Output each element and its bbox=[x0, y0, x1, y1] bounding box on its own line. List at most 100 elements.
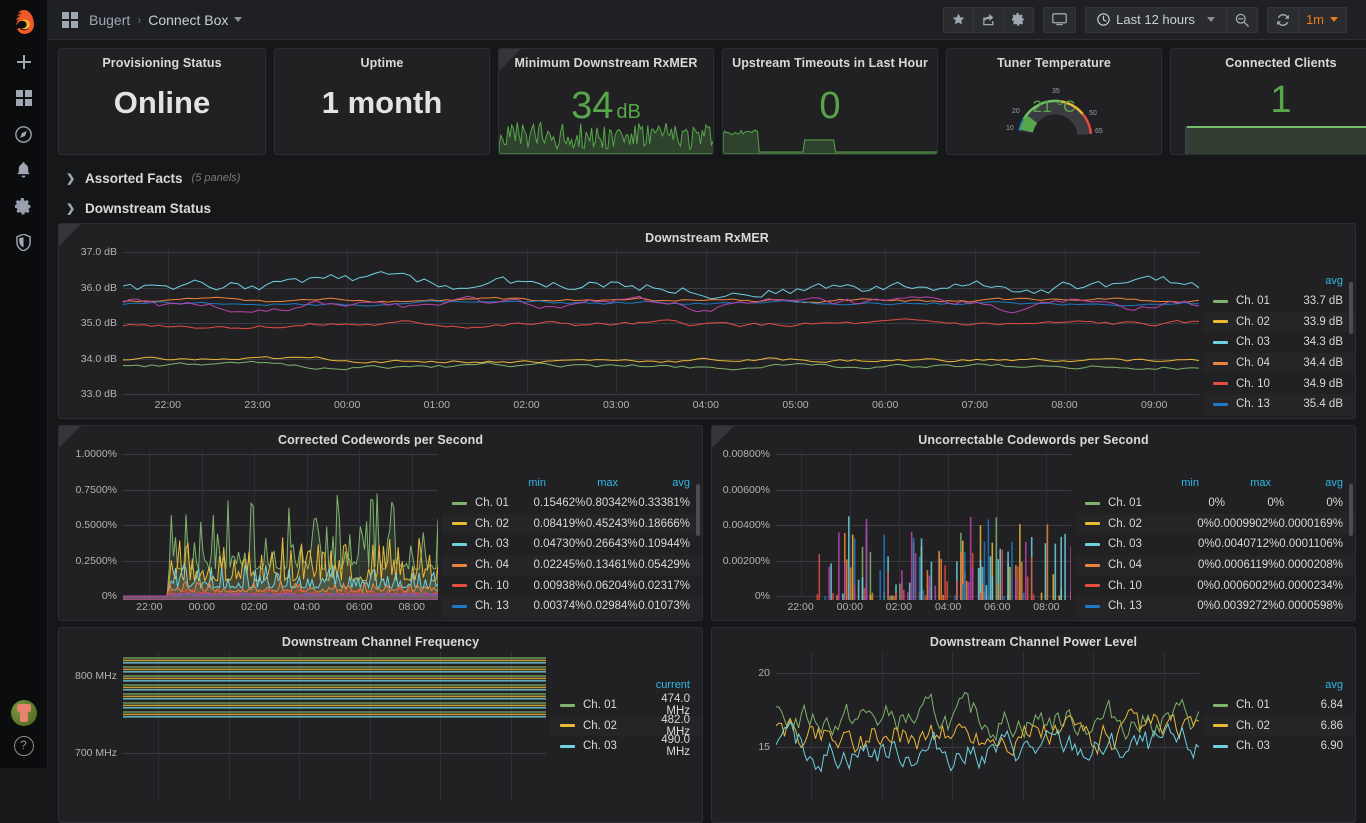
legend-scrollbar[interactable] bbox=[1349, 484, 1353, 536]
legend-row[interactable]: Ch. 02 33.9 dB bbox=[1203, 311, 1355, 333]
legend-color-swatch[interactable] bbox=[1085, 604, 1100, 608]
legend-row[interactable]: Ch. 02 0% 0.0009902% 0.0000169% bbox=[1075, 513, 1355, 535]
legend-row[interactable]: Ch. 03 490.0 MHz bbox=[550, 734, 702, 758]
legend-color-swatch[interactable] bbox=[560, 724, 575, 728]
legend-column-header[interactable]: avg bbox=[618, 477, 690, 489]
legend-row[interactable]: Ch. 10 34.9 dB bbox=[1203, 373, 1355, 394]
graph-panel-downstream-channel-frequency[interactable]: Downstream Channel Frequency 700 MHz 800 M… bbox=[58, 627, 703, 823]
legend-row[interactable]: Ch. 04 0.02245% 0.13461% 0.05429% bbox=[442, 554, 702, 576]
plot-area[interactable] bbox=[776, 450, 1071, 600]
legend-row[interactable]: Ch. 13 0.00374% 0.02984% 0.01073% bbox=[442, 595, 702, 617]
graph-panel-corrected-codewords[interactable]: i Corrected Codewords per Second 0% 0.2500%… bbox=[58, 425, 703, 621]
legend-row[interactable]: Ch. 13 35.4 dB bbox=[1203, 393, 1355, 415]
legend-row[interactable]: Ch. 01 6.84 bbox=[1203, 695, 1355, 716]
legend-column-header[interactable]: avg bbox=[1271, 275, 1343, 287]
legend-color-swatch[interactable] bbox=[1213, 340, 1228, 344]
plot-area[interactable] bbox=[123, 248, 1199, 396]
grafana-logo[interactable] bbox=[0, 0, 48, 44]
legend-row[interactable]: Ch. 140%0.0005626%0.0000166% bbox=[1075, 617, 1355, 618]
panel-info-icon[interactable]: i bbox=[59, 426, 81, 448]
legend-color-swatch[interactable] bbox=[1213, 320, 1228, 324]
stat-panel-connected-clients[interactable]: Connected Clients 1 bbox=[1170, 48, 1366, 155]
legend-column-header[interactable]: avg bbox=[1271, 477, 1343, 489]
chevron-down-icon[interactable] bbox=[234, 17, 243, 22]
refresh-interval-picker[interactable]: 1m bbox=[1298, 6, 1347, 33]
legend-color-swatch[interactable] bbox=[452, 584, 467, 588]
legend-row[interactable]: Ch. 02 482.0 MHz bbox=[550, 714, 702, 738]
stat-panel-uptime[interactable]: Uptime 1 month bbox=[274, 48, 490, 155]
panel-info-icon[interactable]: i bbox=[59, 224, 81, 246]
legend-color-swatch[interactable] bbox=[1085, 584, 1100, 588]
dashboard-settings-button[interactable] bbox=[1004, 6, 1035, 33]
legend-row[interactable]: Ch. 01 474.0 MHz bbox=[550, 693, 702, 717]
stat-panel-provisioning-status[interactable]: Provisioning Status Online bbox=[58, 48, 266, 155]
legend-color-swatch[interactable] bbox=[452, 542, 467, 546]
dashboard-grid-icon[interactable] bbox=[62, 11, 78, 28]
star-dashboard-button[interactable] bbox=[943, 6, 975, 33]
legend-row[interactable]: Ch. 140.00401%0.03157%0.01116% bbox=[442, 617, 702, 618]
legend-row[interactable]: Ch. 03 6.90 bbox=[1203, 736, 1355, 757]
legend-color-swatch[interactable] bbox=[1213, 361, 1228, 365]
sidebar-item-alerting[interactable] bbox=[0, 152, 48, 188]
legend-color-swatch[interactable] bbox=[1213, 382, 1228, 386]
legend-color-swatch[interactable] bbox=[452, 522, 467, 526]
graph-panel-downstream-channel-power-level[interactable]: Downstream Channel Power Level 15 20 avg Ch.… bbox=[711, 627, 1356, 823]
help-icon[interactable]: ? bbox=[13, 736, 34, 756]
legend-color-swatch[interactable] bbox=[560, 703, 575, 707]
legend-row[interactable]: Ch. 03 0% 0.0040712% 0.0001106% bbox=[1075, 534, 1355, 555]
legend-color-swatch[interactable] bbox=[452, 563, 467, 567]
sidebar-item-dashboards[interactable] bbox=[0, 80, 48, 116]
legend-row[interactable]: Ch. 10 0.00938% 0.06204% 0.02317% bbox=[442, 575, 702, 596]
legend-color-swatch[interactable] bbox=[1213, 299, 1228, 303]
legend-color-swatch[interactable] bbox=[452, 604, 467, 608]
sidebar-item-explore[interactable] bbox=[0, 116, 48, 152]
legend-row[interactable]: Ch. 02 6.86 bbox=[1203, 715, 1355, 737]
legend-scrollbar[interactable] bbox=[1349, 282, 1353, 334]
legend-scrollbar[interactable] bbox=[696, 484, 700, 536]
legend-color-swatch[interactable] bbox=[1213, 703, 1228, 707]
legend-color-swatch[interactable] bbox=[1213, 744, 1228, 748]
plot-area[interactable] bbox=[123, 450, 438, 600]
legend-row[interactable]: Ch. 04 34.4 dB bbox=[1203, 352, 1355, 374]
sidebar-item-create[interactable] bbox=[0, 44, 48, 80]
legend-column-header[interactable]: max bbox=[1199, 477, 1271, 489]
legend-row[interactable]: Ch. 10 0% 0.0006002% 0.0000234% bbox=[1075, 575, 1355, 596]
breadcrumb-dashboard-title[interactable]: Connect Box bbox=[148, 12, 228, 28]
legend-column-header[interactable]: min bbox=[1127, 477, 1199, 489]
legend-column-header[interactable]: current bbox=[618, 679, 690, 691]
share-dashboard-button[interactable] bbox=[974, 6, 1005, 33]
avatar[interactable] bbox=[10, 700, 37, 726]
row-header-downstream-status[interactable]: ❯ Downstream Status bbox=[58, 193, 1356, 223]
legend-color-swatch[interactable] bbox=[1085, 501, 1100, 505]
stat-panel-minimum-downstream-rxmer[interactable]: iMinimum Downstream RxMER34dB bbox=[498, 48, 714, 155]
stat-panel-tuner-temperature[interactable]: Tuner Temperature 10 20 35 50 65 21 °C bbox=[946, 48, 1162, 155]
breadcrumb-folder[interactable]: Bugert bbox=[89, 12, 130, 28]
plot-area[interactable] bbox=[776, 652, 1199, 800]
tv-mode-button[interactable] bbox=[1043, 6, 1077, 33]
legend-row[interactable]: Ch. 04 0% 0.0006119% 0.0000208% bbox=[1075, 554, 1355, 576]
row-header-assorted-facts[interactable]: ❯ Assorted Facts (5 panels) bbox=[58, 163, 1356, 193]
zoom-out-time-button[interactable] bbox=[1226, 6, 1258, 33]
legend-row[interactable]: Ch. 01 33.7 dB bbox=[1203, 291, 1355, 312]
legend-color-swatch[interactable] bbox=[1213, 724, 1228, 728]
legend-color-swatch[interactable] bbox=[452, 501, 467, 505]
legend-color-swatch[interactable] bbox=[560, 744, 575, 748]
legend-row[interactable]: Ch. 13 0% 0.0039272% 0.0000598% bbox=[1075, 595, 1355, 617]
legend-row[interactable]: Ch. 03 0.04730% 0.26643% 0.10944% bbox=[442, 534, 702, 555]
legend-color-swatch[interactable] bbox=[1085, 542, 1100, 546]
legend-row[interactable]: Ch. 01 0% 0% 0% bbox=[1075, 493, 1355, 514]
legend-column-header[interactable]: min bbox=[474, 477, 546, 489]
legend-color-swatch[interactable] bbox=[1213, 402, 1228, 406]
legend-column-header[interactable]: avg bbox=[1271, 679, 1343, 691]
sidebar-item-configuration[interactable] bbox=[0, 188, 48, 224]
panel-info-icon[interactable]: i bbox=[499, 49, 521, 71]
graph-panel-uncorrectable-codewords[interactable]: iUncorrectable Codewords per Second0%0.0… bbox=[711, 425, 1356, 621]
legend-color-swatch[interactable] bbox=[1085, 563, 1100, 567]
legend-row[interactable]: Ch. 01 0.15462% 0.80342% 0.33381% bbox=[442, 493, 702, 514]
stat-panel-upstream-timeouts-in-last-hour[interactable]: Upstream Timeouts in Last Hour 0 bbox=[722, 48, 938, 155]
time-range-picker[interactable]: Last 12 hours bbox=[1085, 6, 1227, 33]
plot-area[interactable] bbox=[123, 652, 546, 800]
legend-row[interactable]: Ch. 1435.4 dB bbox=[1203, 415, 1355, 416]
legend-row[interactable]: Ch. 03 34.3 dB bbox=[1203, 332, 1355, 353]
sidebar-item-server-admin[interactable] bbox=[0, 224, 48, 260]
